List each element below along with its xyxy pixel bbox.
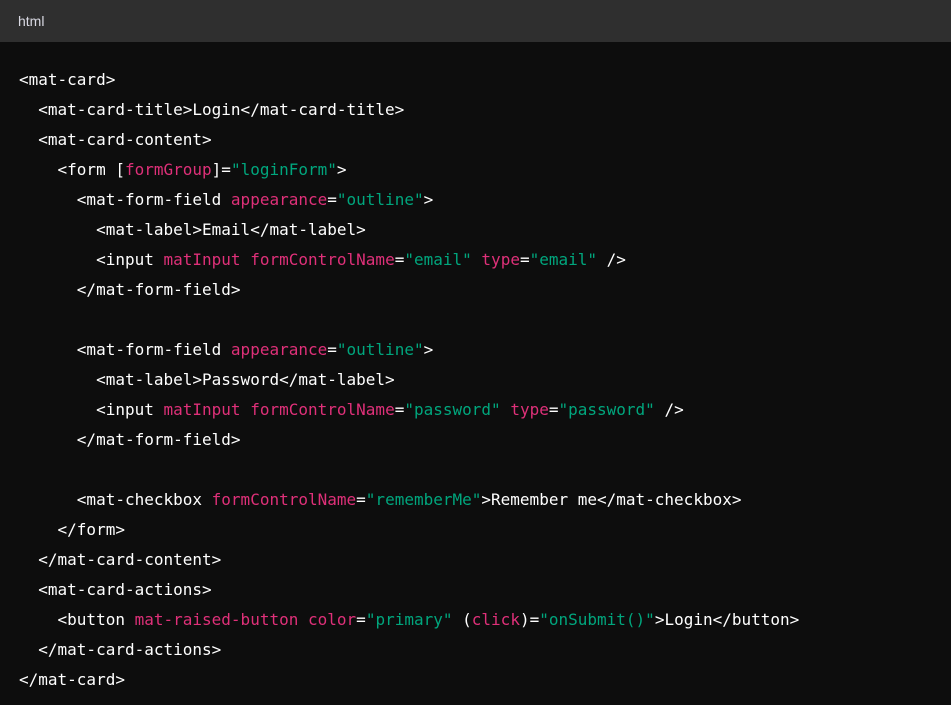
code-string-token: "outline" (336, 190, 424, 209)
code-attribute-token: matInput (163, 250, 241, 269)
code-tag-token: /> (654, 400, 684, 419)
code-line: <form [formGroup]="loginForm"> (19, 155, 799, 185)
code-string-token: "email" (404, 250, 472, 269)
code-tag-token: >Remember me</mat-checkbox> (481, 490, 742, 509)
code-tag-token: )= (519, 610, 540, 629)
code-tag-token: = (394, 250, 405, 269)
code-tag-token: <mat-form-field (19, 190, 231, 209)
code-string-token: "onSubmit()" (539, 610, 655, 629)
code-string-token: "rememberMe" (365, 490, 482, 509)
code-tag-token: >Login</button> (654, 610, 800, 629)
code-attribute-token: mat-raised-button (134, 610, 299, 629)
code-tag-token: <mat-checkbox (19, 490, 212, 509)
code-attribute-token: formControlName (250, 250, 395, 269)
code-tag-token: > (423, 190, 434, 209)
code-line: <mat-card-title>Login</mat-card-title> (19, 95, 799, 125)
code-tag-token: </form> (19, 520, 125, 539)
code-line: <mat-card-content> (19, 125, 799, 155)
code-tag-token: <mat-label>Email</mat-label> (19, 220, 366, 239)
code-tag-token: <mat-form-field (19, 340, 231, 359)
code-line: </mat-form-field> (19, 425, 799, 455)
code-tag-token (298, 610, 308, 629)
code-line: <mat-card-actions> (19, 575, 799, 605)
code-tag-token: = (356, 490, 366, 509)
code-tag-token (241, 400, 251, 419)
code-string-token: "password" (558, 400, 655, 419)
code-tag-token: = (519, 250, 530, 269)
code-attribute-token: appearance (230, 190, 328, 209)
code-tag-token: <form [ (19, 160, 125, 179)
code-line: <mat-card> (19, 65, 799, 95)
code-line: <input matInput formControlName="passwor… (19, 395, 799, 425)
code-tag-token: <mat-card-content> (19, 130, 212, 149)
code-tag-token: <button (19, 610, 135, 629)
code-line: </mat-form-field> (19, 275, 799, 305)
code-tag-token: </mat-card> (19, 670, 125, 689)
code-attribute-token: matInput (163, 400, 241, 419)
code-attribute-token: appearance (230, 340, 328, 359)
code-line: </mat-card-actions> (19, 635, 799, 665)
code-tag-token: </mat-card-actions> (19, 640, 222, 659)
code-string-token: "loginForm" (230, 160, 337, 179)
code-string-token: "email" (529, 250, 598, 269)
code-tag-token: = (356, 610, 366, 629)
code-header: html (0, 0, 951, 42)
code-attribute-token: formGroup (124, 160, 212, 179)
code-tag-token: </mat-form-field> (19, 430, 241, 449)
code-tag-token: = (327, 190, 337, 209)
code-tag-token: > (336, 160, 347, 179)
code-tag-token: ( (452, 610, 472, 629)
code-line: <mat-label>Email</mat-label> (19, 215, 799, 245)
code-tag-token: <mat-label>Password</mat-label> (19, 370, 395, 389)
code-attribute-token: type (510, 400, 549, 419)
code-attribute-token: formControlName (211, 490, 357, 509)
code-attribute-token: type (481, 250, 520, 269)
code-block: html <mat-card> <mat-card-title>Login</m… (0, 0, 951, 705)
code-attribute-token: formControlName (250, 400, 395, 419)
code-tag-token: <mat-card-title>Login</mat-card-title> (19, 100, 405, 119)
code-string-token: "primary" (365, 610, 453, 629)
code-tag-token: <mat-card> (19, 70, 116, 89)
code-tag-token (472, 250, 482, 269)
code-body[interactable]: <mat-card> <mat-card-title>Login</mat-ca… (0, 42, 951, 705)
code-tag-token: = (327, 340, 337, 359)
code-tag-token: <input (19, 400, 164, 419)
code-attribute-token: click (471, 610, 520, 629)
code-line: <mat-label>Password</mat-label> (19, 365, 799, 395)
code-line: <button mat-raised-button color="primary… (19, 605, 800, 635)
code-tag-token: </mat-card-content> (19, 550, 222, 569)
code-tag-token: <mat-card-actions> (19, 580, 212, 599)
code-tag-token: /> (597, 250, 626, 269)
code-string-token: "outline" (336, 340, 424, 359)
code-line: </mat-card> (19, 665, 799, 695)
code-language-label: html (18, 13, 45, 29)
code-line: <mat-form-field appearance="outline"> (19, 185, 799, 215)
code-tag-token: <input (19, 250, 164, 269)
code-line: </mat-card-content> (19, 545, 799, 575)
code-tag-token (241, 250, 251, 269)
code-line: <mat-checkbox formControlName="rememberM… (19, 485, 799, 515)
code-content[interactable]: <mat-card> <mat-card-title>Login</mat-ca… (19, 65, 799, 695)
code-line: <mat-form-field appearance="outline"> (19, 335, 799, 365)
code-line: </form> (19, 515, 799, 545)
code-tag-token: > (423, 340, 434, 359)
code-line: <input matInput formControlName="email" … (19, 245, 799, 275)
code-string-token: "password" (404, 400, 501, 419)
code-tag-token: = (394, 400, 405, 419)
code-attribute-token: color (308, 610, 357, 629)
code-tag-token (501, 400, 511, 419)
code-tag-token: </mat-form-field> (19, 280, 241, 299)
code-tag-token: ]= (211, 160, 231, 179)
